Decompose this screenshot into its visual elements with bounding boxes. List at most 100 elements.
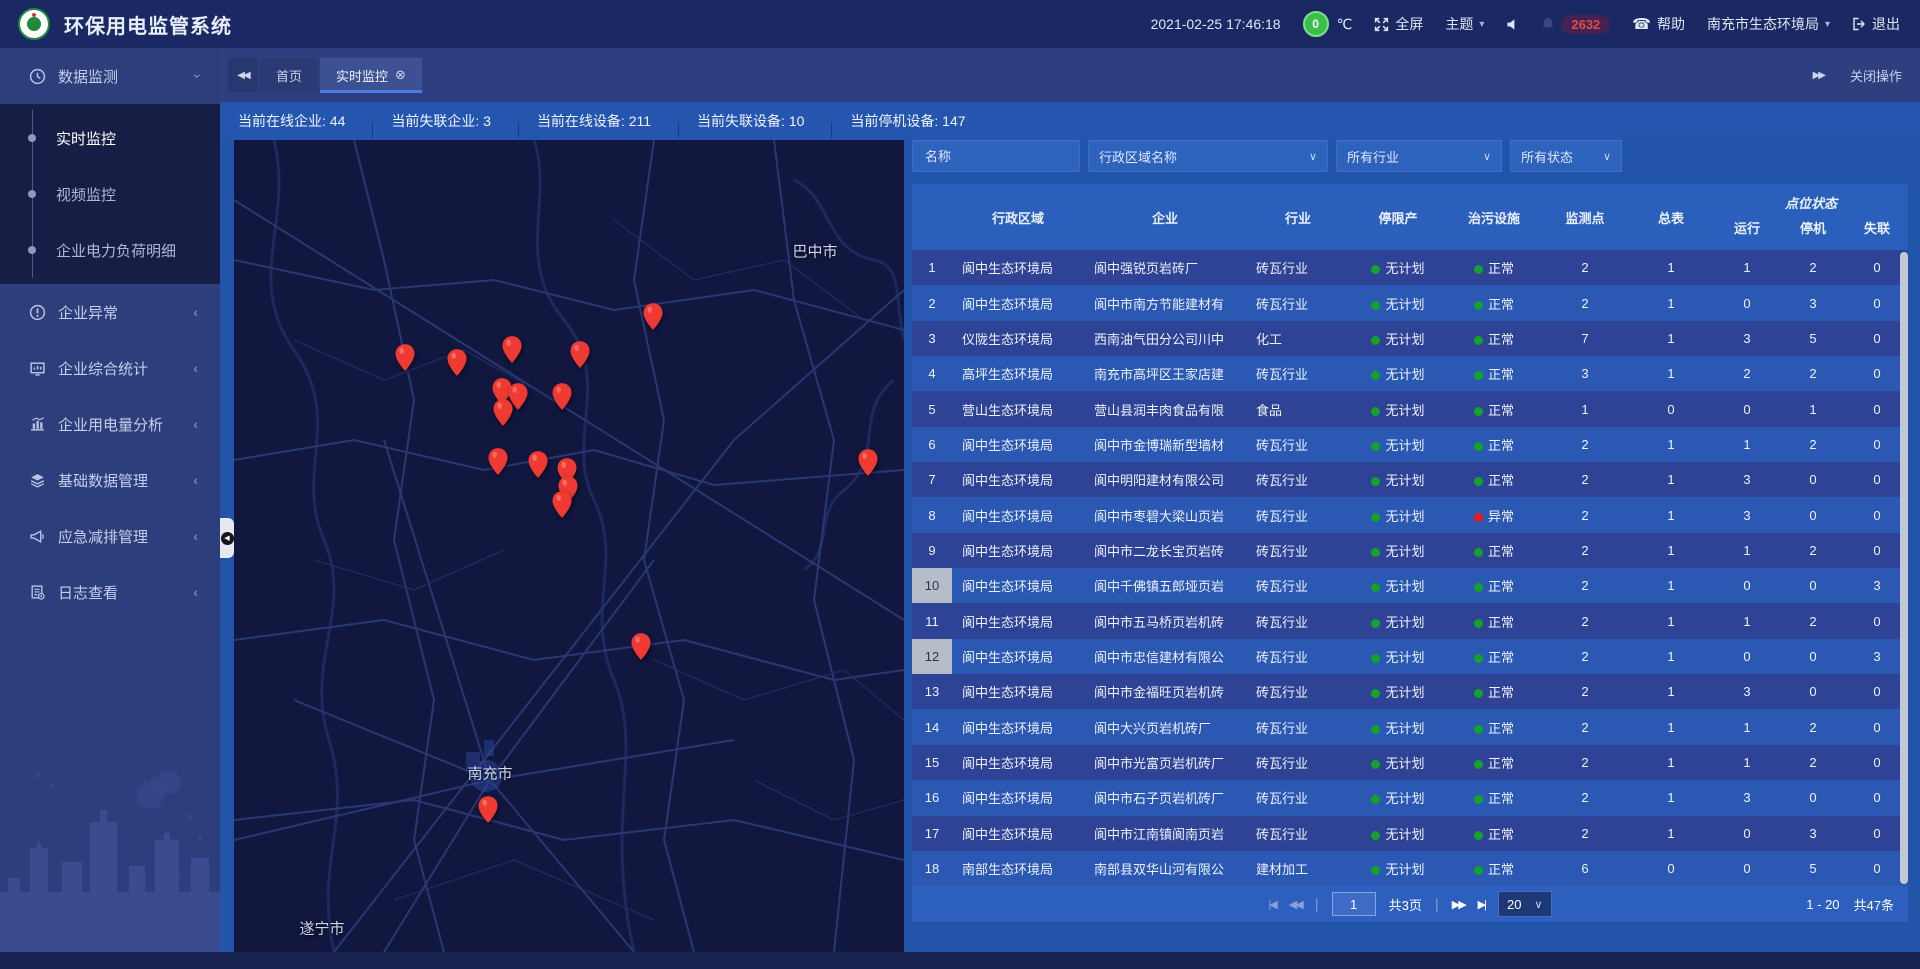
chevron-left-icon: ‹ bbox=[193, 304, 198, 320]
cell-points: 2 bbox=[1542, 260, 1628, 275]
table-row[interactable]: 6阆中生态环境局阆中市金博瑞新型墙材砖瓦行业无计划正常21120 bbox=[912, 427, 1908, 462]
map-pin-icon[interactable] bbox=[570, 341, 590, 368]
table-row[interactable]: 10阆中生态环境局阆中千佛镇五郎垭页岩砖瓦行业无计划正常21003 bbox=[912, 568, 1908, 603]
status-dot-green bbox=[1474, 831, 1483, 840]
sidebar-item-应急减排管理[interactable]: 应急减排管理‹ bbox=[0, 508, 220, 564]
map-pin-icon[interactable] bbox=[395, 344, 415, 371]
org-dropdown[interactable]: 南充市生态环境局 ▾ bbox=[1707, 14, 1830, 34]
table-row[interactable]: 17阆中生态环境局阆中市江南镇阆南页岩砖瓦行业无计划正常21030 bbox=[912, 816, 1908, 851]
sidebar-item-label: 应急减排管理 bbox=[58, 526, 193, 547]
sidebar-item-企业综合统计[interactable]: 企业综合统计‹ bbox=[0, 340, 220, 396]
tab-实时监控[interactable]: 实时监控⊗ bbox=[320, 58, 422, 92]
close-operations-button[interactable]: 关闭操作 bbox=[1850, 66, 1902, 85]
first-page-button[interactable]: |◀ bbox=[1268, 898, 1275, 911]
status-dot-green bbox=[1371, 548, 1380, 557]
cell-facility: 正常 bbox=[1446, 859, 1542, 878]
next-page-button[interactable]: ▶▶ bbox=[1452, 898, 1465, 911]
sidebar-item-视频监控[interactable]: 视频监控 bbox=[0, 166, 220, 222]
table-row[interactable]: 9阆中生态环境局阆中市二龙长宝页岩砖砖瓦行业无计划正常21120 bbox=[912, 533, 1908, 568]
name-filter[interactable] bbox=[912, 140, 1080, 172]
sidebar-item-企业用电量分析[interactable]: 企业用电量分析‹ bbox=[0, 396, 220, 452]
logout-button[interactable]: 退出 bbox=[1852, 14, 1900, 34]
column-header-total: 总表 bbox=[1628, 184, 1714, 250]
cell-total: 1 bbox=[1628, 755, 1714, 770]
table-row[interactable]: 2阆中生态环境局阆中市南方节能建材有砖瓦行业无计划正常21030 bbox=[912, 285, 1908, 320]
table-row[interactable]: 16阆中生态环境局阆中市石子页岩机砖厂砖瓦行业无计划正常21300 bbox=[912, 780, 1908, 815]
table-row[interactable]: 15阆中生态环境局阆中市光富页岩机砖厂砖瓦行业无计划正常21120 bbox=[912, 745, 1908, 780]
cell-run: 1 bbox=[1714, 614, 1780, 629]
cell-total: 1 bbox=[1628, 790, 1714, 805]
map-pin-icon[interactable] bbox=[552, 491, 572, 518]
theme-label: 主题 bbox=[1445, 14, 1473, 34]
region-filter-dropdown[interactable]: 行政区域名称 ∨ bbox=[1088, 140, 1328, 172]
table-row[interactable]: 7阆中生态环境局阆中明阳建材有限公司砖瓦行业无计划正常21300 bbox=[912, 462, 1908, 497]
page-size-value: 20 bbox=[1507, 897, 1521, 912]
status-filter-dropdown[interactable]: 所有状态 ∨ bbox=[1510, 140, 1622, 172]
table-row[interactable]: 3仪陇生态环境局西南油气田分公司川中化工无计划正常71350 bbox=[912, 321, 1908, 356]
name-filter-input[interactable] bbox=[923, 148, 1069, 165]
last-page-button[interactable]: ▶| bbox=[1478, 898, 1485, 911]
page-size-select[interactable]: 20 ∨ bbox=[1498, 891, 1552, 917]
table-scrollbar[interactable] bbox=[1900, 252, 1908, 884]
sidebar-item-企业电力负荷明细[interactable]: 企业电力负荷明细 bbox=[0, 222, 220, 278]
cell-stop: 2 bbox=[1780, 437, 1846, 452]
sidebar-item-数据监测[interactable]: 数据监测‹ bbox=[0, 48, 220, 104]
sidebar-collapse-handle[interactable]: ◀ bbox=[220, 518, 234, 558]
map-pin-icon[interactable] bbox=[447, 349, 467, 376]
prev-page-button[interactable]: ◀◀ bbox=[1289, 898, 1302, 911]
cell-limit: 无计划 bbox=[1350, 258, 1446, 277]
status-dot-green bbox=[1371, 371, 1380, 380]
cell-limit: 无计划 bbox=[1350, 788, 1446, 807]
notification-button[interactable]: 2632 bbox=[1541, 15, 1610, 34]
map-pin-icon[interactable] bbox=[631, 633, 651, 660]
tabbar: ◀◀ 首页实时监控⊗ ▶▶ 关闭操作 bbox=[220, 48, 1920, 102]
page-number-input[interactable] bbox=[1332, 892, 1376, 916]
cell-index: 14 bbox=[912, 709, 952, 744]
table-row[interactable]: 18南部生态环境局南部县双华山河有限公建材加工无计划正常60050 bbox=[912, 851, 1908, 886]
cell-industry: 砖瓦行业 bbox=[1246, 435, 1350, 454]
map-pin-icon[interactable] bbox=[488, 448, 508, 475]
cell-total: 1 bbox=[1628, 720, 1714, 735]
map-pin-icon[interactable] bbox=[528, 451, 548, 478]
table-row[interactable]: 14阆中生态环境局阆中大兴页岩机砖厂砖瓦行业无计划正常21120 bbox=[912, 709, 1908, 744]
cell-facility: 正常 bbox=[1446, 400, 1542, 419]
sidebar-item-日志查看[interactable]: 日志查看‹ bbox=[0, 564, 220, 620]
table-row[interactable]: 5营山生态环境局营山县润丰肉食品有限食品无计划正常10010 bbox=[912, 391, 1908, 426]
cell-points: 2 bbox=[1542, 649, 1628, 664]
cell-points: 1 bbox=[1542, 402, 1628, 417]
table-row[interactable]: 12阆中生态环境局阆中市忠信建材有限公砖瓦行业无计划正常21003 bbox=[912, 639, 1908, 674]
map-pin-icon[interactable] bbox=[493, 399, 513, 426]
sidebar-item-企业异常[interactable]: 企业异常‹ bbox=[0, 284, 220, 340]
map-pin-icon[interactable] bbox=[858, 449, 878, 476]
cell-region: 阆中生态环境局 bbox=[952, 612, 1084, 631]
industry-filter-dropdown[interactable]: 所有行业 ∨ bbox=[1336, 140, 1502, 172]
close-icon[interactable]: ⊗ bbox=[395, 67, 406, 83]
table-row[interactable]: 13阆中生态环境局阆中市金福旺页岩机砖砖瓦行业无计划正常21300 bbox=[912, 674, 1908, 709]
sidebar-item-基础数据管理[interactable]: 基础数据管理‹ bbox=[0, 452, 220, 508]
cell-company: 阆中市南方节能建材有 bbox=[1084, 294, 1246, 313]
cell-lost: 0 bbox=[1846, 402, 1908, 417]
chevron-left-icon: ‹ bbox=[193, 584, 198, 600]
cell-facility: 正常 bbox=[1446, 718, 1542, 737]
megaphone-icon bbox=[28, 528, 46, 545]
tabs-scroll-left-button[interactable]: ◀◀ bbox=[228, 58, 258, 92]
sidebar-item-实时监控[interactable]: 实时监控 bbox=[0, 110, 220, 166]
sound-button[interactable] bbox=[1506, 18, 1519, 31]
table-row[interactable]: 1阆中生态环境局阆中强锐页岩砖厂砖瓦行业无计划正常21120 bbox=[912, 250, 1908, 285]
tabs-scroll-right-button[interactable]: ▶▶ bbox=[1813, 70, 1824, 81]
table-row[interactable]: 4高坪生态环境局南充市高坪区王家店建砖瓦行业无计划正常31220 bbox=[912, 356, 1908, 391]
map-pin-icon[interactable] bbox=[478, 796, 498, 823]
tab-首页[interactable]: 首页 bbox=[260, 58, 318, 92]
cell-facility: 正常 bbox=[1446, 788, 1542, 807]
map-pin-icon[interactable] bbox=[643, 303, 663, 330]
map-pin-icon[interactable] bbox=[552, 383, 572, 410]
map-panel[interactable]: 巴中市南充市遂宁市 bbox=[234, 140, 904, 952]
fullscreen-button[interactable]: 全屏 bbox=[1374, 14, 1423, 34]
cell-lost: 0 bbox=[1846, 296, 1908, 311]
map-pin-icon[interactable] bbox=[502, 336, 522, 363]
help-button[interactable]: ☎ 帮助 bbox=[1632, 14, 1685, 34]
cell-index: 4 bbox=[912, 356, 952, 391]
theme-dropdown[interactable]: 主题 ▾ bbox=[1445, 14, 1484, 34]
table-row[interactable]: 8阆中生态环境局阆中市枣碧大梁山页岩砖瓦行业无计划异常21300 bbox=[912, 497, 1908, 532]
table-row[interactable]: 11阆中生态环境局阆中市五马桥页岩机砖砖瓦行业无计划正常21120 bbox=[912, 603, 1908, 638]
